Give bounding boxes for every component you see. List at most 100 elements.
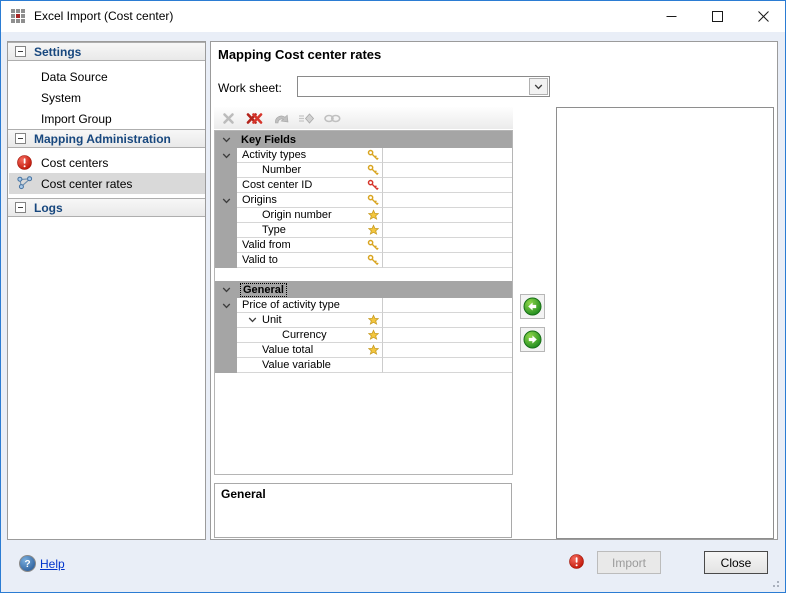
sidebar-item-cost-centers[interactable]: Cost centers bbox=[9, 152, 205, 173]
window-title: Excel Import (Cost center) bbox=[34, 9, 173, 23]
import-error-icon bbox=[569, 554, 584, 574]
collapse-icon[interactable] bbox=[15, 133, 26, 144]
mapping-icon bbox=[17, 176, 33, 193]
mapping-value-cell[interactable] bbox=[383, 223, 512, 238]
svg-text:?: ? bbox=[24, 559, 30, 570]
collapse-icon[interactable] bbox=[15, 202, 26, 213]
chevron-down-icon bbox=[534, 84, 543, 90]
section-label: Logs bbox=[34, 201, 63, 215]
star-icon bbox=[368, 210, 379, 221]
star-icon bbox=[368, 345, 379, 356]
tree-row-currency[interactable]: Currency bbox=[215, 328, 512, 343]
tree-row-valid-to[interactable]: Valid to bbox=[215, 253, 512, 268]
worksheet-columns-panel[interactable] bbox=[556, 107, 774, 539]
sidebar: Settings Data Source System Import Group… bbox=[7, 41, 206, 540]
close-window-button[interactable] bbox=[740, 1, 786, 32]
mapping-value-cell[interactable] bbox=[383, 298, 512, 313]
chevron-down-icon bbox=[222, 303, 231, 309]
sidebar-section-settings[interactable]: Settings bbox=[8, 42, 205, 61]
key-icon bbox=[367, 194, 379, 206]
info-box-title: General bbox=[221, 487, 266, 501]
row-expander[interactable] bbox=[215, 298, 237, 313]
tree-row-type[interactable]: Type bbox=[215, 223, 512, 238]
main-panel: Mapping Cost center rates Work sheet: bbox=[210, 41, 778, 540]
mapping-value-cell[interactable] bbox=[383, 313, 512, 328]
key-icon bbox=[367, 164, 379, 176]
sidebar-item-system[interactable]: System bbox=[9, 87, 205, 108]
sidebar-item-import-group[interactable]: Import Group bbox=[9, 108, 205, 129]
tree-row-value-variable[interactable]: Value variable bbox=[215, 358, 512, 373]
move-right-button[interactable] bbox=[520, 327, 545, 352]
chevron-down-icon bbox=[222, 198, 231, 204]
chevron-down-icon bbox=[222, 287, 231, 293]
field-info-box: General bbox=[214, 483, 512, 538]
mapping-value-cell[interactable] bbox=[383, 343, 512, 358]
tree-row-unit[interactable]: Unit bbox=[215, 313, 512, 328]
collapse-icon[interactable] bbox=[15, 46, 26, 57]
mapping-value-cell[interactable] bbox=[383, 208, 512, 223]
mapping-value-cell[interactable] bbox=[383, 253, 512, 268]
help-icon: ? bbox=[19, 555, 36, 577]
mapping-value-cell[interactable] bbox=[383, 328, 512, 343]
key-red-icon bbox=[367, 179, 379, 191]
error-icon bbox=[17, 155, 32, 173]
close-button[interactable]: Close bbox=[704, 551, 768, 574]
mapping-value-cell[interactable] bbox=[383, 163, 512, 178]
auto-assign-icon bbox=[298, 112, 315, 125]
row-expander[interactable] bbox=[248, 317, 257, 323]
mapping-tree: Key Fields Activity types Number Cost ce… bbox=[214, 130, 513, 475]
section-expander[interactable] bbox=[215, 281, 237, 298]
move-left-button[interactable] bbox=[520, 294, 545, 319]
section-label: Mapping Administration bbox=[34, 132, 171, 146]
mapping-value-cell[interactable] bbox=[383, 178, 512, 193]
tree-row-value-total[interactable]: Value total bbox=[215, 343, 512, 358]
key-icon bbox=[367, 254, 379, 266]
undo-icon bbox=[273, 112, 289, 125]
tree-row-price-of-activity-type[interactable]: Price of activity type bbox=[215, 298, 512, 313]
row-expander[interactable] bbox=[215, 193, 237, 208]
page-title: Mapping Cost center rates bbox=[218, 47, 381, 62]
sidebar-section-mapping-administration[interactable]: Mapping Administration bbox=[8, 129, 205, 148]
tree-row-origins[interactable]: Origins bbox=[215, 193, 512, 208]
delete-all-mappings-button[interactable] bbox=[244, 109, 265, 127]
maximize-button[interactable] bbox=[694, 1, 740, 32]
section-expander[interactable] bbox=[215, 131, 237, 148]
mapping-toolbar bbox=[214, 107, 513, 129]
tree-row-number[interactable]: Number bbox=[215, 163, 512, 178]
close-icon bbox=[758, 11, 769, 22]
tree-row-cost-center-id[interactable]: Cost center ID bbox=[215, 178, 512, 193]
help-link[interactable]: Help bbox=[40, 557, 65, 571]
tree-section-general[interactable]: General bbox=[215, 281, 512, 298]
key-icon bbox=[367, 239, 379, 251]
undo-button[interactable] bbox=[270, 109, 291, 127]
mapping-value-cell[interactable] bbox=[383, 148, 512, 163]
tree-row-valid-from[interactable]: Valid from bbox=[215, 238, 512, 253]
delete-icon bbox=[222, 112, 235, 125]
star-icon bbox=[368, 225, 379, 236]
dialog-window: Excel Import (Cost center) Settings Data… bbox=[0, 0, 786, 593]
mapping-value-cell[interactable] bbox=[383, 358, 512, 373]
arrow-right-icon bbox=[523, 330, 542, 349]
sidebar-section-logs[interactable]: Logs bbox=[8, 198, 205, 217]
mapping-value-cell[interactable] bbox=[383, 238, 512, 253]
import-button[interactable]: Import bbox=[597, 551, 661, 574]
sidebar-item-data-source[interactable]: Data Source bbox=[9, 66, 205, 87]
star-icon bbox=[368, 315, 379, 326]
key-icon bbox=[367, 149, 379, 161]
sidebar-item-cost-center-rates[interactable]: Cost center rates bbox=[9, 173, 205, 194]
section-label: Settings bbox=[34, 45, 81, 59]
worksheet-combobox[interactable] bbox=[297, 76, 550, 97]
tree-section-key-fields[interactable]: Key Fields bbox=[215, 131, 512, 148]
minimize-icon bbox=[666, 11, 677, 22]
link-button[interactable] bbox=[322, 109, 343, 127]
row-expander[interactable] bbox=[215, 148, 237, 163]
tree-row-activity-types[interactable]: Activity types bbox=[215, 148, 512, 163]
chevron-down-icon bbox=[222, 137, 231, 143]
resize-grip[interactable] bbox=[769, 577, 779, 587]
tree-row-origin-number[interactable]: Origin number bbox=[215, 208, 512, 223]
mapping-value-cell[interactable] bbox=[383, 193, 512, 208]
auto-assign-button[interactable] bbox=[296, 109, 317, 127]
combobox-dropdown-button[interactable] bbox=[529, 78, 548, 95]
minimize-button[interactable] bbox=[648, 1, 694, 32]
delete-mapping-button[interactable] bbox=[218, 109, 239, 127]
